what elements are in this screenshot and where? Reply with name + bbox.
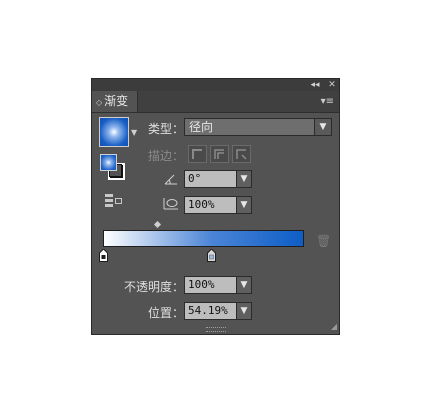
stroke-label: 描边： bbox=[148, 149, 185, 163]
stroke-within-icon bbox=[192, 149, 202, 159]
stroke-within-button[interactable] bbox=[188, 145, 207, 163]
stroke-across-button[interactable] bbox=[232, 145, 251, 163]
panel-menu-icon[interactable]: ▾≡ bbox=[321, 96, 334, 107]
location-label: 位置： bbox=[148, 306, 185, 320]
swatch-dropdown-icon[interactable]: ▼ bbox=[131, 128, 137, 137]
tab-gradient[interactable]: ◇ 渐变 bbox=[92, 91, 138, 112]
reverse-gradient-icon[interactable] bbox=[105, 194, 123, 208]
tab-options-icon: ◇ bbox=[96, 98, 103, 107]
angle-value: 0° bbox=[188, 172, 202, 185]
chevron-down-icon: ▼ bbox=[240, 306, 248, 316]
gradient-slider[interactable] bbox=[103, 230, 304, 247]
opacity-value: 100% bbox=[188, 278, 215, 291]
bottom-grip[interactable] bbox=[206, 327, 226, 332]
opacity-label: 不透明度： bbox=[124, 280, 185, 294]
delete-stop-icon[interactable]: 🗑 bbox=[316, 234, 331, 248]
opacity-field[interactable]: 100% bbox=[184, 276, 237, 294]
close-icon[interactable]: ✕ bbox=[325, 79, 339, 91]
aspect-dropdown-button[interactable]: ▼ bbox=[236, 196, 252, 214]
gradient-swatch[interactable] bbox=[99, 117, 129, 147]
tab-row: ◇ 渐变 ▾≡ bbox=[92, 91, 339, 113]
stroke-across-icon bbox=[236, 149, 247, 160]
type-value: 径向 bbox=[189, 120, 214, 134]
gradient-panel: ◂◂ ✕ ◇ 渐变 ▾≡ ▼ 类型： 径向 ▼ 描边： 0° ▼ 100% ▼ … bbox=[91, 78, 340, 335]
midpoint-diamond[interactable] bbox=[153, 220, 162, 229]
tab-gradient-label: 渐变 bbox=[104, 94, 129, 108]
gradient-stop-selected[interactable] bbox=[207, 249, 216, 262]
collapse-icon[interactable]: ◂◂ bbox=[308, 79, 322, 91]
resize-grip-icon[interactable]: ◢ bbox=[331, 322, 337, 331]
chevron-down-icon: ▼ bbox=[240, 174, 248, 184]
stroke-along-button[interactable] bbox=[210, 145, 229, 163]
stroke-along-icon bbox=[214, 149, 224, 159]
angle-dropdown-button[interactable]: ▼ bbox=[236, 170, 252, 188]
location-field[interactable]: 54.19% bbox=[184, 302, 237, 320]
aspect-ratio-icon bbox=[163, 198, 178, 210]
gradient-stop-start[interactable] bbox=[99, 249, 108, 262]
aspect-ratio-field[interactable]: 100% bbox=[184, 196, 237, 214]
chevron-down-icon: ▼ bbox=[314, 119, 331, 135]
opacity-dropdown-button[interactable]: ▼ bbox=[236, 276, 252, 294]
type-label: 类型： bbox=[148, 122, 185, 136]
angle-field[interactable]: 0° bbox=[184, 170, 237, 188]
angle-icon bbox=[164, 174, 177, 185]
chevron-down-icon: ▼ bbox=[240, 280, 248, 290]
location-value: 54.19% bbox=[188, 304, 228, 317]
panel-title-bar[interactable]: ◂◂ ✕ bbox=[92, 79, 339, 91]
chevron-down-icon: ▼ bbox=[240, 200, 248, 210]
type-dropdown[interactable]: 径向 ▼ bbox=[184, 118, 332, 136]
aspect-ratio-value: 100% bbox=[188, 198, 215, 211]
fill-stroke-icon[interactable] bbox=[99, 153, 127, 181]
location-dropdown-button[interactable]: ▼ bbox=[236, 302, 252, 320]
